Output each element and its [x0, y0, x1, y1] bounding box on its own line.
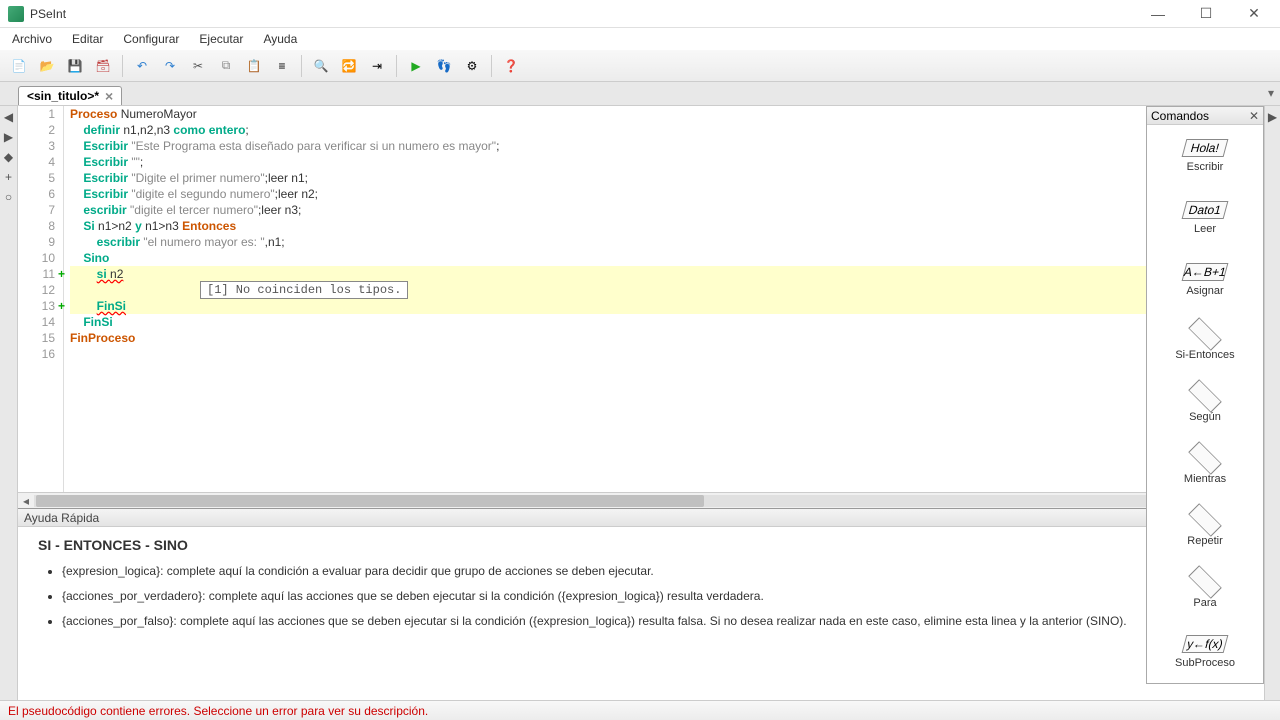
save-button[interactable]: 💾 [62, 53, 88, 79]
goto-button[interactable]: ⇥ [364, 53, 390, 79]
maximize-button[interactable]: ☐ [1188, 4, 1224, 24]
replace-button[interactable]: 🔁 [336, 53, 362, 79]
command-icon [1188, 565, 1222, 599]
menu-editar[interactable]: Editar [64, 30, 111, 48]
code-line[interactable]: escribir "el numero mayor es: ",n1; [70, 234, 1264, 250]
menu-ayuda[interactable]: Ayuda [255, 30, 305, 48]
command-mientras[interactable]: Mientras [1147, 435, 1263, 497]
menu-ejecutar[interactable]: Ejecutar [191, 30, 251, 48]
command-label: Asignar [1186, 285, 1223, 297]
code-line[interactable]: Escribir "digite el segundo numero";leer… [70, 186, 1264, 202]
command-label: Escribir [1187, 161, 1224, 173]
flowchart-button[interactable]: ⚙ [459, 53, 485, 79]
menu-archivo[interactable]: Archivo [4, 30, 60, 48]
command-según[interactable]: Según [1147, 373, 1263, 435]
command-icon: y←f(x) [1182, 635, 1229, 653]
window-title: PSeInt [30, 7, 1140, 21]
code-line[interactable]: Sino [70, 250, 1264, 266]
command-icon [1188, 441, 1222, 475]
error-tooltip: [1] No coinciden los tipos. [200, 281, 408, 299]
undo-button[interactable]: ↶ [129, 53, 155, 79]
right-sidebar[interactable]: ▶ [1264, 106, 1280, 700]
find-button[interactable]: 🔍 [308, 53, 334, 79]
help-panel-title: Ayuda Rápida [24, 511, 99, 525]
minimize-button[interactable]: — [1140, 4, 1176, 24]
horizontal-scrollbar[interactable]: ◂ ▸ [18, 492, 1264, 508]
tab-label: <sin_titulo>* [27, 89, 99, 103]
command-leer[interactable]: Dato1 Leer [1147, 187, 1263, 249]
cut-button[interactable]: ✂ [185, 53, 211, 79]
copy-button[interactable]: ⧉ [213, 53, 239, 79]
command-label: Para [1193, 597, 1216, 609]
command-repetir[interactable]: Repetir [1147, 497, 1263, 559]
status-bar: El pseudocódigo contiene errores. Selecc… [0, 700, 1280, 720]
code-line[interactable]: Si n1>n2 y n1>n3 Entonces [70, 218, 1264, 234]
code-line[interactable]: FinProceso [70, 330, 1264, 346]
help-item: {acciones_por_falso}: complete aquí las … [62, 613, 1244, 630]
code-line[interactable]: FinSi [70, 314, 1264, 330]
command-icon [1188, 503, 1222, 537]
help-item: {acciones_por_verdadero}: complete aquí … [62, 588, 1244, 605]
step-button[interactable]: 👣 [431, 53, 457, 79]
tab-sin-titulo[interactable]: <sin_titulo>* × [18, 86, 122, 105]
command-icon: Hola! [1182, 139, 1229, 157]
toolbar: 📄 📂 💾 🗃 ↶ ↷ ✂ ⧉ 📋 ≡ 🔍 🔁 ⇥ ▶ 👣 ⚙ ❓ [0, 50, 1280, 82]
open-file-button[interactable]: 📂 [34, 53, 60, 79]
indent-button[interactable]: ≡ [269, 53, 295, 79]
help-button[interactable]: ❓ [498, 53, 524, 79]
help-item: {expresion_logica}: complete aquí la con… [62, 563, 1244, 580]
command-icon: Dato1 [1182, 201, 1229, 219]
command-label: Leer [1194, 223, 1216, 235]
new-file-button[interactable]: 📄 [6, 53, 32, 79]
commands-title: Comandos [1151, 109, 1209, 123]
status-text: El pseudocódigo contiene errores. Selecc… [8, 704, 428, 718]
command-label: Repetir [1187, 535, 1222, 547]
paste-button[interactable]: 📋 [241, 53, 267, 79]
close-button[interactable]: ✕ [1236, 4, 1272, 24]
menu-bar: Archivo Editar Configurar Ejecutar Ayuda [0, 28, 1280, 50]
command-icon [1188, 379, 1222, 413]
tab-dropdown-icon[interactable]: ▾ [1268, 86, 1274, 100]
command-label: Según [1189, 411, 1221, 423]
save-all-button[interactable]: 🗃 [90, 53, 116, 79]
left-sidebar[interactable]: ◀ ▶ ◆ + ○ [0, 106, 18, 700]
scroll-left-icon[interactable]: ◂ [18, 494, 34, 508]
code-line[interactable]: Proceso NumeroMayor [70, 106, 1264, 122]
title-bar: PSeInt — ☐ ✕ [0, 0, 1280, 28]
code-line[interactable]: Escribir ""; [70, 154, 1264, 170]
commands-close-icon[interactable]: ✕ [1249, 109, 1259, 123]
code-line[interactable]: si n2 [70, 266, 1264, 282]
tab-bar: <sin_titulo>* × ▾ [0, 82, 1280, 106]
code-line[interactable]: definir n1,n2,n3 como entero; [70, 122, 1264, 138]
command-icon: A←B+1 [1182, 263, 1229, 281]
command-escribir[interactable]: Hola! Escribir [1147, 125, 1263, 187]
redo-button[interactable]: ↷ [157, 53, 183, 79]
quick-help-panel: Ayuda Rápida ☐ ✕ SI - ENTONCES - SINO {e… [18, 508, 1264, 700]
code-content[interactable]: Proceso NumeroMayor definir n1,n2,n3 com… [64, 106, 1264, 492]
command-para[interactable]: Para [1147, 559, 1263, 621]
app-icon [8, 6, 24, 22]
code-line[interactable]: Escribir "Digite el primer numero";leer … [70, 170, 1264, 186]
command-icon [1188, 317, 1222, 351]
code-editor[interactable]: 1234567891011+1213+141516 Proceso Numero… [18, 106, 1264, 492]
code-line[interactable]: Escribir "Este Programa esta diseñado pa… [70, 138, 1264, 154]
code-line[interactable]: FinSi [70, 298, 1264, 314]
code-line[interactable]: escribir "digite el tercer numero";leer … [70, 202, 1264, 218]
command-si-entonces[interactable]: Si-Entonces [1147, 311, 1263, 373]
line-gutter: 1234567891011+1213+141516 [18, 106, 64, 492]
tab-close-icon[interactable]: × [105, 89, 113, 103]
command-subproceso[interactable]: y←f(x) SubProceso [1147, 621, 1263, 683]
run-button[interactable]: ▶ [403, 53, 429, 79]
command-label: Si-Entonces [1175, 349, 1234, 361]
menu-configurar[interactable]: Configurar [115, 30, 187, 48]
command-label: Mientras [1184, 473, 1226, 485]
scroll-thumb[interactable] [36, 495, 704, 507]
commands-panel: Comandos ✕ Hola! Escribir Dato1 Leer A←B+1 As… [1146, 106, 1264, 684]
command-asignar[interactable]: A←B+1 Asignar [1147, 249, 1263, 311]
command-label: SubProceso [1175, 657, 1235, 669]
help-title: SI - ENTONCES - SINO [38, 537, 1244, 553]
code-line[interactable] [70, 346, 1264, 362]
